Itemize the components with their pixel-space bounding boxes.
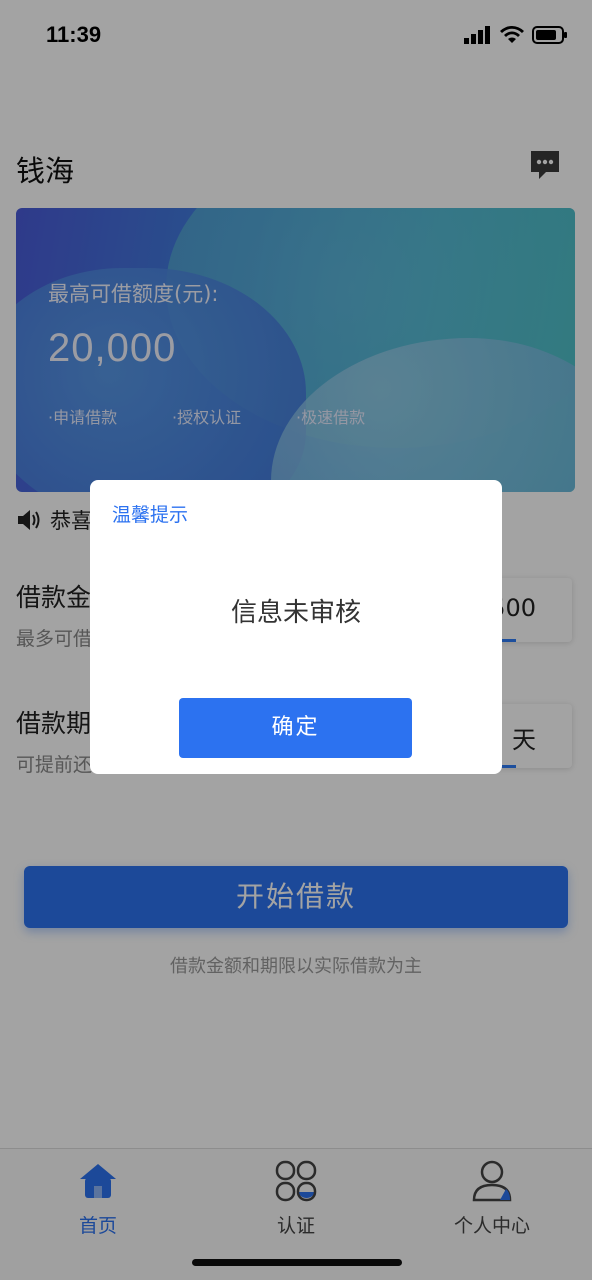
alert-dialog: 温馨提示 信息未审核 确定 <box>90 480 502 774</box>
dialog-message: 信息未审核 <box>230 598 361 628</box>
confirm-button[interactable]: 确定 <box>179 698 412 758</box>
dialog-title: 温馨提示 <box>112 504 189 526</box>
